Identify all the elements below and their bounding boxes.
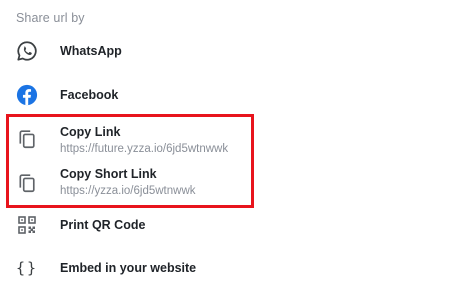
copy-icon bbox=[14, 170, 40, 196]
facebook-icon bbox=[14, 82, 40, 108]
qr-code-icon bbox=[14, 212, 40, 238]
embed-website-label: Embed in your website bbox=[60, 261, 197, 275]
whatsapp-label: WhatsApp bbox=[60, 44, 122, 58]
share-whatsapp-item[interactable]: WhatsApp bbox=[0, 36, 468, 66]
whatsapp-icon bbox=[14, 38, 40, 64]
copy-short-link-url: https://yzza.io/6jd5wtnwwk bbox=[60, 185, 196, 197]
share-header: Share url by bbox=[16, 11, 85, 25]
copy-link-label: Copy Link bbox=[60, 125, 121, 139]
copy-icon bbox=[14, 126, 40, 152]
code-braces-icon: {} bbox=[14, 255, 40, 281]
copy-link-item[interactable]: Copy Link https://future.yzza.io/6jd5wtn… bbox=[0, 122, 468, 158]
share-facebook-item[interactable]: Facebook bbox=[0, 80, 468, 110]
print-qr-code-item[interactable]: Print QR Code bbox=[0, 210, 468, 240]
copy-short-link-label: Copy Short Link bbox=[60, 167, 157, 181]
print-qr-code-label: Print QR Code bbox=[60, 218, 146, 232]
embed-website-item[interactable]: {} Embed in your website bbox=[0, 254, 468, 284]
copy-link-url: https://future.yzza.io/6jd5wtnwwk bbox=[60, 143, 229, 155]
facebook-label: Facebook bbox=[60, 88, 119, 102]
code-braces-glyph: {} bbox=[15, 259, 39, 277]
copy-short-link-item[interactable]: Copy Short Link https://yzza.io/6jd5wtnw… bbox=[0, 166, 468, 202]
